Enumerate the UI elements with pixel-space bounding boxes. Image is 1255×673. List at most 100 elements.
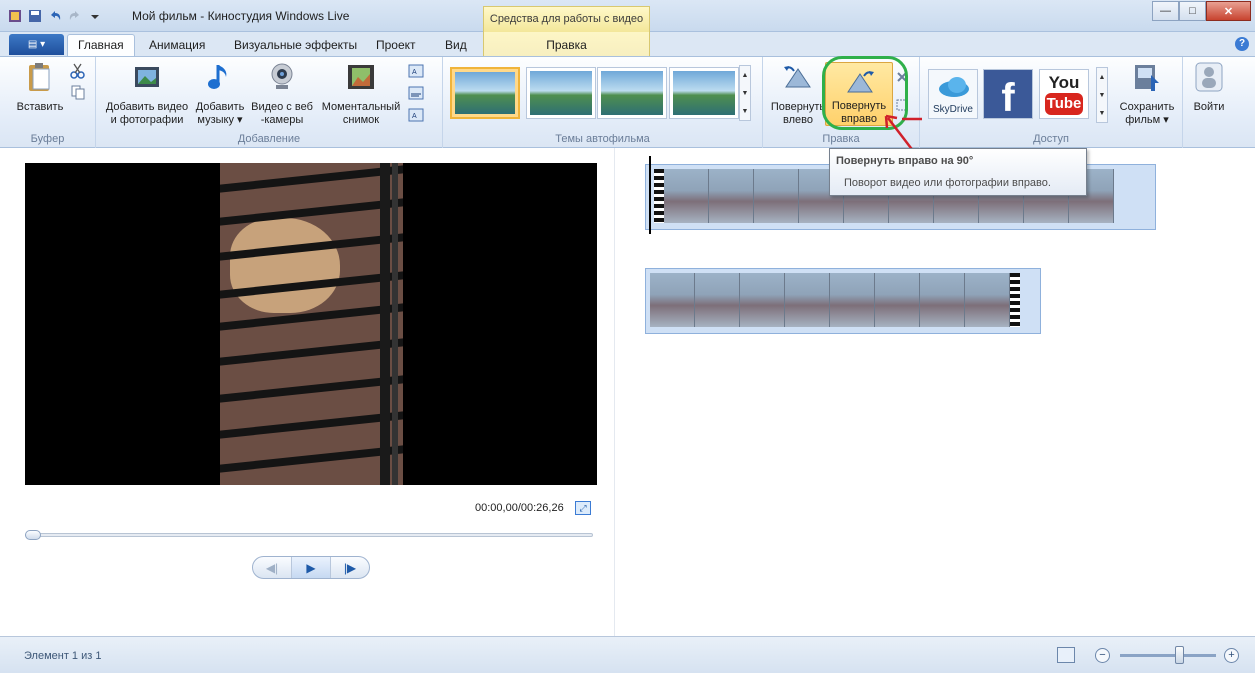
scroll-up-icon[interactable]: ▲ bbox=[742, 72, 749, 79]
rotate-left-button[interactable]: Повернуть влево bbox=[766, 61, 830, 127]
close-button[interactable]: ✕ bbox=[1206, 1, 1251, 21]
maximize-button[interactable]: □ bbox=[1179, 1, 1206, 21]
customize-qa-icon[interactable] bbox=[88, 9, 102, 23]
zoom-in-button[interactable]: + bbox=[1224, 648, 1239, 663]
snapshot-icon bbox=[348, 65, 374, 89]
add-video-button[interactable]: Добавить видео и фотографии bbox=[100, 61, 194, 127]
copy-icon[interactable] bbox=[70, 84, 86, 100]
tab-view[interactable]: Вид bbox=[445, 38, 467, 52]
snapshot-label-2: снимок bbox=[342, 114, 380, 126]
film-frame bbox=[965, 273, 1010, 327]
facebook-button[interactable]: f bbox=[983, 69, 1033, 120]
film-frame bbox=[830, 273, 875, 327]
save-icon[interactable] bbox=[28, 9, 42, 23]
context-group-header: Средства для работы с видео bbox=[483, 6, 650, 32]
film-frame bbox=[785, 273, 830, 327]
fence-bar bbox=[220, 338, 403, 366]
previous-frame-button[interactable]: ◀| bbox=[253, 557, 292, 578]
svg-text:A: A bbox=[412, 113, 417, 120]
film-frame bbox=[875, 273, 920, 327]
share-scroll[interactable]: ▲ ▼ ▼ bbox=[1096, 67, 1108, 123]
skydrive-button[interactable]: SkyDrive bbox=[928, 69, 978, 119]
next-frame-button[interactable]: |▶ bbox=[331, 557, 369, 578]
add-music-label-1: Добавить bbox=[195, 101, 245, 113]
save-movie-label-1: Сохранить bbox=[1119, 101, 1175, 113]
zoom-out-button[interactable]: − bbox=[1095, 648, 1110, 663]
add-caption-icon[interactable] bbox=[408, 85, 424, 101]
minimize-button[interactable]: — bbox=[1152, 1, 1179, 21]
playhead[interactable] bbox=[649, 156, 651, 234]
tab-home[interactable]: Главная bbox=[67, 34, 135, 56]
scroll-down-icon[interactable]: ▼ bbox=[1099, 92, 1106, 99]
tab-edit[interactable]: Правка bbox=[483, 32, 650, 56]
film-sprocket bbox=[1010, 273, 1020, 327]
add-credits-icon[interactable]: A bbox=[408, 107, 424, 123]
themes-scroll[interactable]: ▲ ▼ ▼ bbox=[739, 65, 751, 121]
paste-button[interactable]: Вставить bbox=[12, 61, 68, 114]
video-preview[interactable] bbox=[25, 163, 597, 485]
tab-project[interactable]: Проект bbox=[376, 38, 416, 52]
app-icon bbox=[9, 10, 21, 22]
rotate-left-label-2: влево bbox=[783, 114, 813, 126]
storyboard-clip[interactable] bbox=[645, 268, 1041, 334]
film-frame bbox=[709, 169, 754, 223]
video-frame bbox=[220, 163, 403, 485]
scroll-up-icon[interactable]: ▲ bbox=[1099, 74, 1106, 81]
tab-visual-effects[interactable]: Визуальные эффекты bbox=[234, 38, 357, 52]
signin-label: Войти bbox=[1193, 101, 1225, 113]
seek-thumb[interactable] bbox=[25, 530, 41, 540]
film-frame bbox=[695, 273, 740, 327]
theme-item[interactable] bbox=[669, 67, 739, 119]
theme-item[interactable] bbox=[597, 67, 667, 119]
webcam-label-1: Видео с веб bbox=[251, 101, 313, 113]
play-button[interactable]: ▶ bbox=[292, 557, 331, 578]
svg-text:A: A bbox=[412, 69, 417, 76]
webcam-icon bbox=[271, 63, 293, 89]
theme-item[interactable] bbox=[450, 67, 520, 119]
cut-icon[interactable] bbox=[70, 63, 86, 79]
redo-icon[interactable] bbox=[68, 9, 82, 23]
expand-gallery-icon[interactable]: ▼ bbox=[742, 108, 749, 115]
save-movie-button[interactable]: Сохранить фильм ▾ bbox=[1114, 61, 1180, 127]
expand-gallery-icon[interactable]: ▼ bbox=[1099, 110, 1106, 117]
add-music-button[interactable]: Добавить музыку ▾ bbox=[192, 61, 248, 127]
youtube-button[interactable]: You Tube bbox=[1039, 69, 1089, 119]
seek-bar[interactable] bbox=[25, 530, 593, 540]
play-icon: ▶ bbox=[306, 560, 316, 575]
rotate-left-icon bbox=[784, 66, 811, 88]
film-frame bbox=[650, 273, 695, 327]
main-area: 00:00,00/00:26,26 ⤢ ◀| ▶ |▶ bbox=[0, 148, 1255, 636]
tab-animation[interactable]: Анимация bbox=[149, 38, 205, 52]
rotate-left-label-1: Повернуть bbox=[770, 101, 826, 113]
save-movie-label-2: фильм ▾ bbox=[1125, 114, 1169, 126]
signin-button[interactable]: Войти bbox=[1187, 61, 1231, 114]
fence-bar bbox=[220, 445, 403, 473]
snapshot-button[interactable]: Моментальный снимок bbox=[316, 61, 406, 127]
aspect-ratio-icon[interactable] bbox=[1057, 647, 1075, 663]
paste-icon bbox=[29, 63, 50, 91]
share-group-label: Доступ bbox=[1033, 133, 1069, 145]
add-title-icon[interactable]: A bbox=[408, 63, 424, 79]
clipboard-group-label: Буфер bbox=[30, 133, 65, 145]
zoom-slider-thumb[interactable] bbox=[1175, 646, 1184, 664]
undo-icon[interactable] bbox=[48, 9, 62, 23]
help-icon[interactable]: ? bbox=[1235, 37, 1249, 51]
add-music-label-2: музыку ▾ bbox=[197, 114, 243, 126]
file-menu-button[interactable]: ▤ ▾ bbox=[9, 34, 64, 55]
scroll-down-icon[interactable]: ▼ bbox=[742, 90, 749, 97]
zoom-slider-track[interactable] bbox=[1120, 654, 1216, 657]
next-frame-icon: |▶ bbox=[343, 560, 357, 575]
preview-pane: 00:00,00/00:26,26 ⤢ ◀| ▶ |▶ bbox=[0, 148, 615, 636]
fullscreen-icon[interactable]: ⤢ bbox=[575, 501, 591, 515]
theme-item[interactable] bbox=[526, 67, 596, 119]
window-title: Мой фильм - Киностудия Windows Live bbox=[132, 9, 350, 23]
snapshot-label-1: Моментальный bbox=[321, 101, 401, 113]
fence-post bbox=[380, 163, 390, 485]
playback-controls: ◀| ▶ |▶ bbox=[252, 556, 370, 579]
signin-icon bbox=[1195, 62, 1223, 92]
webcam-button[interactable]: Видео с веб -камеры bbox=[249, 61, 315, 127]
film-frame bbox=[664, 169, 709, 223]
fence-bar bbox=[220, 411, 403, 439]
status-text: Элемент 1 из 1 bbox=[24, 650, 102, 662]
add-video-icon bbox=[135, 67, 159, 87]
